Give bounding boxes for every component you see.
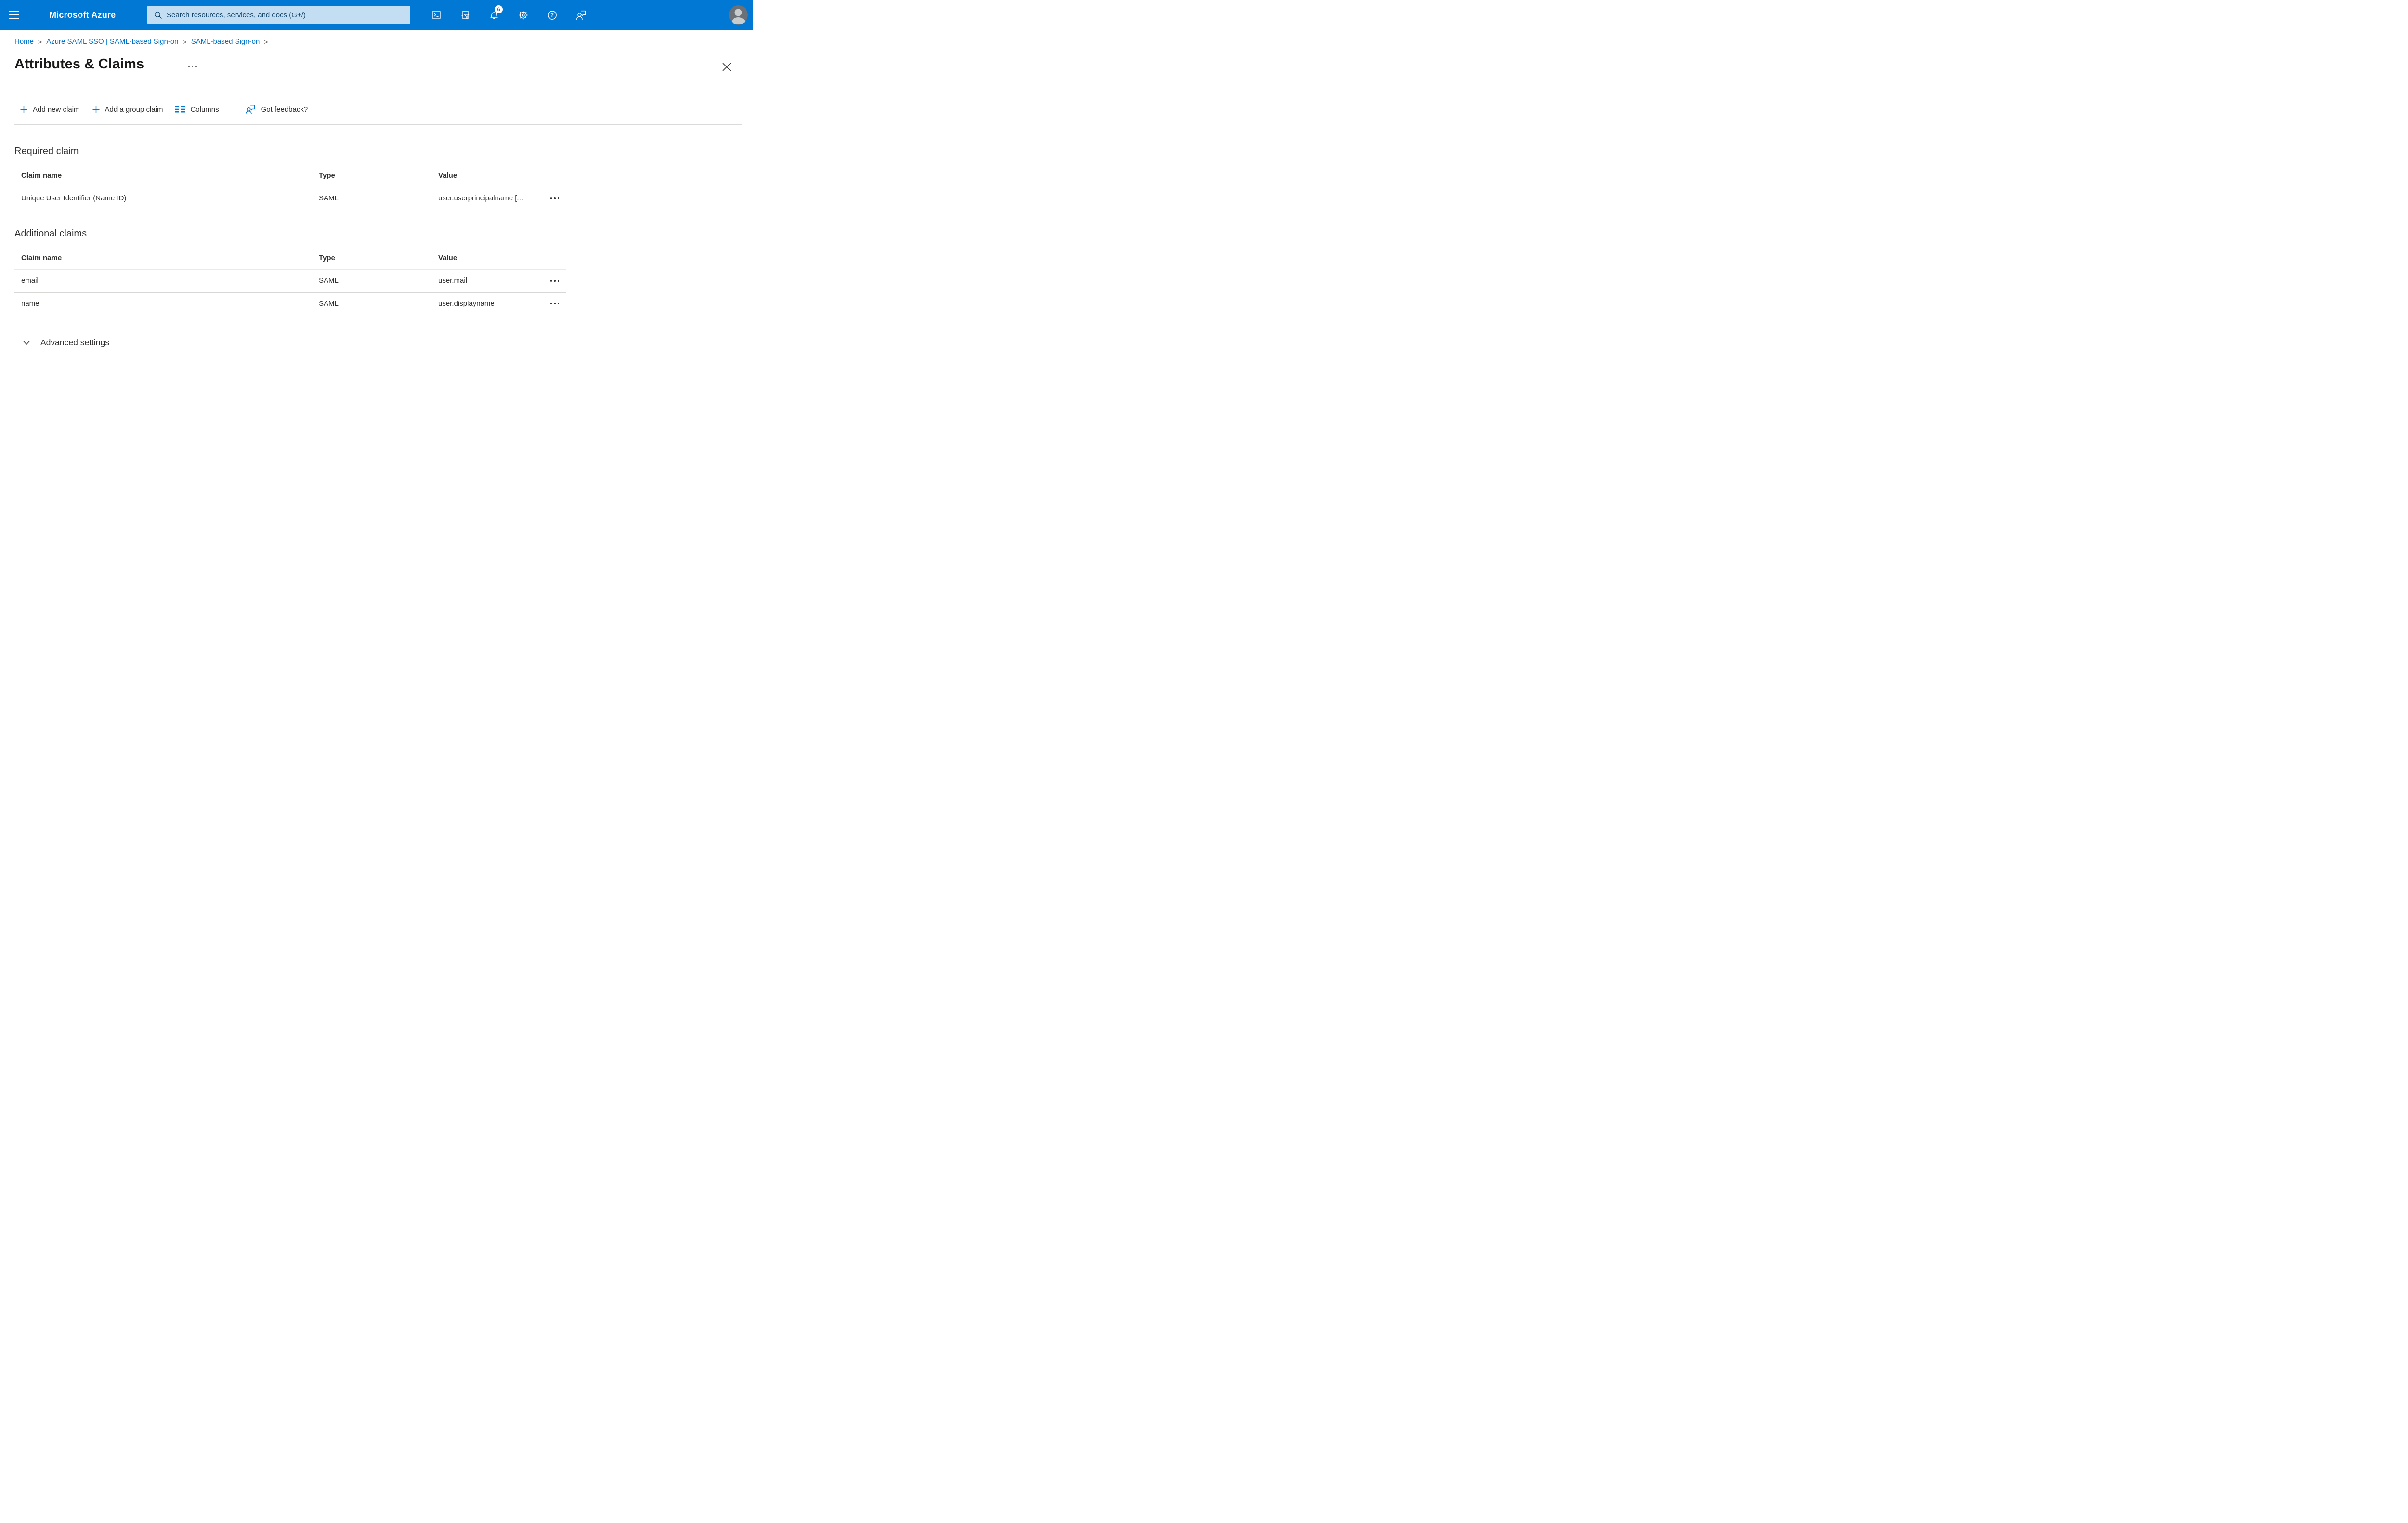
breadcrumb-separator: >: [183, 38, 187, 46]
cloud-shell-icon: [432, 11, 441, 19]
plus-icon: [20, 106, 27, 113]
columns-label: Columns: [190, 105, 219, 114]
help-icon: ?: [547, 10, 557, 20]
help-button[interactable]: ?: [541, 4, 563, 26]
got-feedback-button[interactable]: Got feedback?: [245, 104, 308, 115]
claim-type-cell: SAML: [319, 299, 339, 308]
breadcrumb-app[interactable]: Azure SAML SSO | SAML-based Sign-on: [46, 38, 178, 46]
additional-claims-table: Claim name Type Value email SAML user.ma…: [14, 247, 566, 315]
add-new-claim-label: Add new claim: [33, 105, 80, 114]
hamburger-menu-icon: [9, 11, 19, 12]
required-claim-heading: Required claim: [14, 146, 79, 157]
add-group-claim-label: Add a group claim: [105, 105, 163, 114]
more-button[interactable]: [186, 64, 199, 69]
ellipsis-icon: [550, 197, 552, 199]
claim-type-cell: SAML: [319, 194, 339, 203]
advanced-settings-toggle[interactable]: Advanced settings: [22, 338, 109, 348]
table-row[interactable]: email SAML user.mail: [14, 270, 566, 293]
directory-filter-button[interactable]: [455, 4, 476, 26]
search-input[interactable]: [147, 6, 410, 24]
column-header-type: Type: [319, 254, 335, 262]
brand-logo[interactable]: Microsoft Azure: [49, 0, 116, 30]
svg-text:?: ?: [550, 13, 553, 18]
claim-name-cell: name: [21, 299, 39, 308]
claim-value-cell: user.mail: [438, 276, 468, 285]
advanced-settings-label: Advanced settings: [40, 338, 110, 347]
topbar-actions: 6 ?: [426, 0, 591, 30]
claim-name-cell: email: [21, 276, 39, 285]
column-header-value: Value: [438, 254, 458, 262]
table-row[interactable]: name SAML user.displayname: [14, 293, 566, 315]
claim-type-cell: SAML: [319, 276, 339, 285]
close-button[interactable]: [719, 59, 734, 75]
plus-icon: [92, 106, 100, 113]
row-context-menu-button[interactable]: [549, 195, 562, 202]
table-header-row: Claim name Type Value: [14, 247, 566, 270]
settings-gear-icon: [518, 10, 528, 20]
breadcrumb-separator: >: [38, 38, 42, 46]
row-context-menu-button[interactable]: [549, 300, 562, 308]
search-icon: [155, 11, 162, 19]
command-bar: Add new claim Add a group claim Columns …: [20, 101, 308, 118]
feedback-button[interactable]: [570, 4, 591, 26]
claim-value-cell: user.displayname: [438, 299, 495, 308]
row-context-menu-button[interactable]: [549, 277, 562, 285]
ellipsis-icon: [188, 66, 190, 67]
add-group-claim-button[interactable]: Add a group claim: [92, 105, 163, 114]
ellipsis-icon: [550, 302, 552, 304]
column-header-value: Value: [438, 171, 458, 180]
columns-icon: [175, 106, 185, 113]
breadcrumb-separator: >: [264, 38, 268, 46]
column-header-type: Type: [319, 171, 335, 180]
feedback-icon: [245, 105, 255, 114]
hamburger-menu-button[interactable]: [9, 8, 23, 22]
global-search: [147, 6, 410, 24]
got-feedback-label: Got feedback?: [261, 105, 308, 114]
chevron-down-icon: [23, 341, 30, 345]
toolbar-separator: [14, 124, 742, 125]
required-claim-table: Claim name Type Value Unique User Identi…: [14, 164, 566, 210]
directory-filter-icon: [461, 11, 470, 20]
feedback-icon: [576, 10, 586, 20]
breadcrumb-saml-signon[interactable]: SAML-based Sign-on: [191, 38, 260, 46]
azure-top-bar: Microsoft Azure Search resources, servic…: [0, 0, 753, 30]
additional-claims-heading: Additional claims: [14, 228, 87, 239]
column-header-claim-name: Claim name: [21, 254, 62, 262]
close-icon: [722, 63, 731, 71]
breadcrumb-home[interactable]: Home: [14, 38, 34, 46]
claim-name-cell: Unique User Identifier (Name ID): [21, 194, 127, 203]
table-row[interactable]: Unique User Identifier (Name ID) SAML us…: [14, 187, 566, 210]
breadcrumb: Home > Azure SAML SSO | SAML-based Sign-…: [14, 38, 272, 46]
column-header-claim-name: Claim name: [21, 171, 62, 180]
notification-badge: 6: [495, 5, 503, 13]
notifications-button[interactable]: 6: [484, 4, 505, 26]
claim-value-cell: user.userprincipalname [...: [438, 194, 523, 203]
avatar[interactable]: [729, 5, 748, 25]
ellipsis-icon: [550, 280, 552, 282]
settings-button[interactable]: [512, 4, 534, 26]
columns-button[interactable]: Columns: [175, 105, 219, 114]
table-header-row: Claim name Type Value: [14, 164, 566, 187]
page-title: Attributes & Claims: [14, 56, 144, 72]
cloud-shell-button[interactable]: [426, 4, 447, 26]
add-new-claim-button[interactable]: Add new claim: [20, 105, 80, 114]
avatar-silhouette: [729, 5, 748, 25]
